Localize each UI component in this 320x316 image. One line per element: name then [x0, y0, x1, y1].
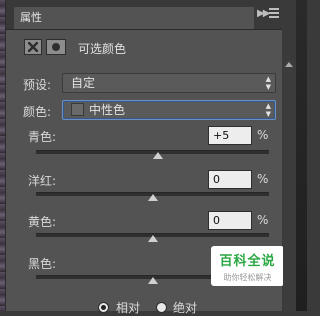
absolute-label: 绝对	[173, 301, 198, 315]
layer-mask-icon[interactable]	[46, 39, 66, 55]
magenta-slider-thumb[interactable]	[147, 194, 158, 201]
panel-tabbar: 属性 ▶▶	[6, 0, 282, 30]
select-arrows-icon: ▲ ▼	[265, 102, 271, 118]
preset-value: 自定	[71, 76, 96, 90]
yellow-label: 黄色:	[28, 215, 57, 229]
yellow-slider-thumb[interactable]	[147, 235, 158, 242]
scroll-up-icon[interactable]	[285, 62, 293, 67]
select-arrows-icon: ▲ ▼	[265, 75, 271, 91]
black-label: 黑色:	[28, 257, 57, 271]
preset-label: 预设:	[23, 78, 52, 92]
cyan-label: 青色:	[28, 130, 57, 144]
magenta-label: 洋红:	[28, 174, 57, 188]
cyan-unit: %	[257, 128, 269, 142]
panel-menu-icon[interactable]	[269, 8, 279, 20]
absolute-radio[interactable]	[156, 302, 167, 313]
preset-dropdown[interactable]: 自定 ▲ ▼	[62, 73, 276, 93]
properties-panel: 属性 ▶▶ 可选颜色 预设: 自定 ▲ ▼ 颜色: 中性色 ▲ ▼ 青色: +5 %…	[5, 0, 284, 315]
workspace-edge	[296, 0, 307, 311]
relative-label: 相对	[116, 301, 141, 315]
yellow-value-field[interactable]: 0	[208, 211, 252, 230]
colors-label: 颜色:	[23, 105, 52, 119]
colors-value: 中性色	[89, 103, 126, 117]
black-slider-thumb[interactable]	[147, 277, 158, 284]
color-swatch	[71, 103, 84, 116]
cyan-value-field[interactable]: +5	[208, 126, 252, 145]
selective-color-icon[interactable]	[24, 39, 42, 55]
watermark-logo: 百科全说 助你轻松解决	[211, 246, 284, 286]
watermark-title: 百科全说	[219, 254, 276, 269]
yellow-unit: %	[257, 213, 269, 227]
colors-dropdown[interactable]: 中性色 ▲ ▼	[62, 100, 276, 120]
magenta-unit: %	[257, 172, 269, 186]
collapse-icon[interactable]: ▶▶	[257, 8, 270, 19]
relative-radio[interactable]	[98, 302, 109, 313]
watermark-subtitle: 助你轻松解决	[223, 273, 272, 282]
adjustment-header: 可选颜色	[6, 30, 282, 60]
cyan-slider-thumb[interactable]	[153, 152, 164, 159]
adjustment-title: 可选颜色	[78, 42, 127, 56]
tab-properties[interactable]: 属性	[14, 7, 254, 29]
magenta-value-field[interactable]: 0	[208, 170, 252, 189]
panel-scrollbar[interactable]	[283, 60, 296, 311]
